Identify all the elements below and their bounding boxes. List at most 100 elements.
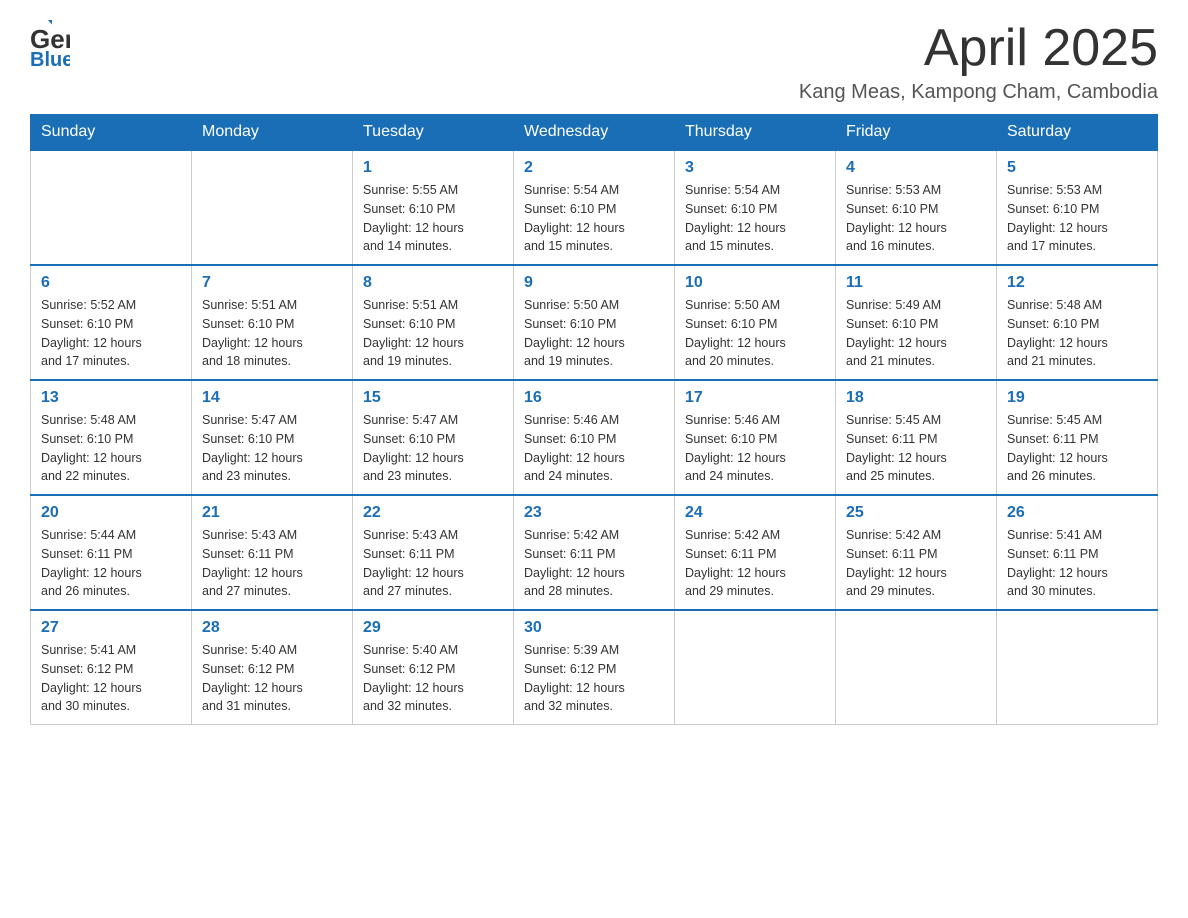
day-info: Sunrise: 5:41 AM Sunset: 6:11 PM Dayligh…	[1007, 526, 1147, 601]
day-info: Sunrise: 5:50 AM Sunset: 6:10 PM Dayligh…	[524, 296, 664, 371]
day-number: 7	[202, 274, 342, 292]
table-row: 25 Sunrise: 5:42 AM Sunset: 6:11 PM Dayli…	[836, 495, 997, 610]
table-row: 1 Sunrise: 5:55 AM Sunset: 6:10 PM Daylig…	[353, 150, 514, 265]
day-number: 6	[41, 274, 181, 292]
day-info: Sunrise: 5:42 AM Sunset: 6:11 PM Dayligh…	[846, 526, 986, 601]
day-number: 20	[41, 504, 181, 522]
col-saturday: Saturday	[997, 115, 1158, 151]
day-number: 11	[846, 274, 986, 292]
table-row: 24Sunrise: 5:42 AM Sunset: 6:11 PM Dayli…	[675, 495, 836, 610]
day-number: 25	[846, 504, 986, 522]
table-row: 15 Sunrise: 5:47 AM Sunset: 6:10 PM Dayli…	[353, 380, 514, 495]
calendar-week-1: 1 Sunrise: 5:55 AM Sunset: 6:10 PM Daylig…	[31, 150, 1158, 265]
day-number: 21	[202, 504, 342, 522]
day-number: 1	[363, 159, 503, 177]
table-row: 5 Sunrise: 5:53 AM Sunset: 6:10 PM Daylig…	[997, 150, 1158, 265]
title-block: April 2025 Kang Meas, Kampong Cham, Camb…	[799, 20, 1158, 104]
table-row: 8 Sunrise: 5:51 AM Sunset: 6:10 PM Daylig…	[353, 265, 514, 380]
day-number: 9	[524, 274, 664, 292]
day-number: 5	[1007, 159, 1147, 177]
day-number: 19	[1007, 389, 1147, 407]
day-number: 27	[41, 619, 181, 637]
col-sunday: Sunday	[31, 115, 192, 151]
table-row	[836, 610, 997, 725]
location-subtitle: Kang Meas, Kampong Cham, Cambodia	[799, 81, 1158, 104]
table-row: 14 Sunrise: 5:47 AM Sunset: 6:10 PM Dayli…	[192, 380, 353, 495]
month-year-title: April 2025	[799, 20, 1158, 77]
calendar-week-4: 20 Sunrise: 5:44 AM Sunset: 6:11 PM Dayli…	[31, 495, 1158, 610]
day-info: Sunrise: 5:54 AM Sunset: 6:10 PM Dayligh…	[524, 181, 664, 256]
table-row: 23Sunrise: 5:42 AM Sunset: 6:11 PM Dayli…	[514, 495, 675, 610]
day-info: Sunrise: 5:51 AM Sunset: 6:10 PM Dayligh…	[202, 296, 342, 371]
day-number: 15	[363, 389, 503, 407]
calendar-header-row: Sunday Monday Tuesday Wednesday Thursday…	[31, 115, 1158, 151]
day-number: 12	[1007, 274, 1147, 292]
day-info: Sunrise: 5:41 AM Sunset: 6:12 PM Dayligh…	[41, 641, 181, 716]
logo-icon: General Blue	[30, 20, 70, 73]
table-row	[31, 150, 192, 265]
day-info: Sunrise: 5:44 AM Sunset: 6:11 PM Dayligh…	[41, 526, 181, 601]
svg-text:Blue: Blue	[30, 49, 70, 68]
col-wednesday: Wednesday	[514, 115, 675, 151]
table-row: 6 Sunrise: 5:52 AM Sunset: 6:10 PM Daylig…	[31, 265, 192, 380]
day-info: Sunrise: 5:47 AM Sunset: 6:10 PM Dayligh…	[202, 411, 342, 486]
day-info: Sunrise: 5:40 AM Sunset: 6:12 PM Dayligh…	[363, 641, 503, 716]
table-row: 28 Sunrise: 5:40 AM Sunset: 6:12 PM Dayli…	[192, 610, 353, 725]
table-row: 19 Sunrise: 5:45 AM Sunset: 6:11 PM Dayli…	[997, 380, 1158, 495]
day-number: 13	[41, 389, 181, 407]
table-row: 30 Sunrise: 5:39 AM Sunset: 6:12 PM Dayli…	[514, 610, 675, 725]
logo: General Blue	[30, 20, 70, 73]
col-thursday: Thursday	[675, 115, 836, 151]
table-row: 16Sunrise: 5:46 AM Sunset: 6:10 PM Dayli…	[514, 380, 675, 495]
table-row: 20 Sunrise: 5:44 AM Sunset: 6:11 PM Dayli…	[31, 495, 192, 610]
table-row: 21Sunrise: 5:43 AM Sunset: 6:11 PM Dayli…	[192, 495, 353, 610]
table-row: 7 Sunrise: 5:51 AM Sunset: 6:10 PM Daylig…	[192, 265, 353, 380]
day-number: 3	[685, 159, 825, 177]
day-info: Sunrise: 5:53 AM Sunset: 6:10 PM Dayligh…	[1007, 181, 1147, 256]
day-number: 29	[363, 619, 503, 637]
day-info: Sunrise: 5:39 AM Sunset: 6:12 PM Dayligh…	[524, 641, 664, 716]
day-info: Sunrise: 5:54 AM Sunset: 6:10 PM Dayligh…	[685, 181, 825, 256]
day-info: Sunrise: 5:52 AM Sunset: 6:10 PM Dayligh…	[41, 296, 181, 371]
calendar-week-5: 27 Sunrise: 5:41 AM Sunset: 6:12 PM Dayli…	[31, 610, 1158, 725]
table-row: 3 Sunrise: 5:54 AM Sunset: 6:10 PM Daylig…	[675, 150, 836, 265]
day-info: Sunrise: 5:49 AM Sunset: 6:10 PM Dayligh…	[846, 296, 986, 371]
table-row: 22 Sunrise: 5:43 AM Sunset: 6:11 PM Dayli…	[353, 495, 514, 610]
day-number: 30	[524, 619, 664, 637]
day-info: Sunrise: 5:40 AM Sunset: 6:12 PM Dayligh…	[202, 641, 342, 716]
table-row	[997, 610, 1158, 725]
day-info: Sunrise: 5:51 AM Sunset: 6:10 PM Dayligh…	[363, 296, 503, 371]
table-row	[192, 150, 353, 265]
table-row: 13 Sunrise: 5:48 AM Sunset: 6:10 PM Dayli…	[31, 380, 192, 495]
day-info: Sunrise: 5:48 AM Sunset: 6:10 PM Dayligh…	[41, 411, 181, 486]
day-number: 28	[202, 619, 342, 637]
col-friday: Friday	[836, 115, 997, 151]
calendar-week-2: 6 Sunrise: 5:52 AM Sunset: 6:10 PM Daylig…	[31, 265, 1158, 380]
day-info: Sunrise: 5:55 AM Sunset: 6:10 PM Dayligh…	[363, 181, 503, 256]
table-row: 11 Sunrise: 5:49 AM Sunset: 6:10 PM Dayli…	[836, 265, 997, 380]
day-number: 10	[685, 274, 825, 292]
col-monday: Monday	[192, 115, 353, 151]
day-number: 8	[363, 274, 503, 292]
table-row: 12 Sunrise: 5:48 AM Sunset: 6:10 PM Dayli…	[997, 265, 1158, 380]
page-header: General Blue April 2025 Kang Meas, Kampo…	[30, 20, 1158, 104]
day-info: Sunrise: 5:48 AM Sunset: 6:10 PM Dayligh…	[1007, 296, 1147, 371]
day-info: Sunrise: 5:43 AM Sunset: 6:11 PM Dayligh…	[363, 526, 503, 601]
calendar-table: Sunday Monday Tuesday Wednesday Thursday…	[30, 114, 1158, 725]
day-number: 14	[202, 389, 342, 407]
day-number: 16	[524, 389, 664, 407]
day-info: Sunrise: 5:45 AM Sunset: 6:11 PM Dayligh…	[1007, 411, 1147, 486]
day-info: Sunrise: 5:47 AM Sunset: 6:10 PM Dayligh…	[363, 411, 503, 486]
day-info: Sunrise: 5:45 AM Sunset: 6:11 PM Dayligh…	[846, 411, 986, 486]
day-number: 2	[524, 159, 664, 177]
day-info: Sunrise: 5:50 AM Sunset: 6:10 PM Dayligh…	[685, 296, 825, 371]
table-row	[675, 610, 836, 725]
table-row: 29 Sunrise: 5:40 AM Sunset: 6:12 PM Dayli…	[353, 610, 514, 725]
day-number: 23	[524, 504, 664, 522]
day-number: 17	[685, 389, 825, 407]
col-tuesday: Tuesday	[353, 115, 514, 151]
table-row: 27 Sunrise: 5:41 AM Sunset: 6:12 PM Dayli…	[31, 610, 192, 725]
table-row: 4Sunrise: 5:53 AM Sunset: 6:10 PM Daylig…	[836, 150, 997, 265]
day-number: 18	[846, 389, 986, 407]
day-number: 22	[363, 504, 503, 522]
